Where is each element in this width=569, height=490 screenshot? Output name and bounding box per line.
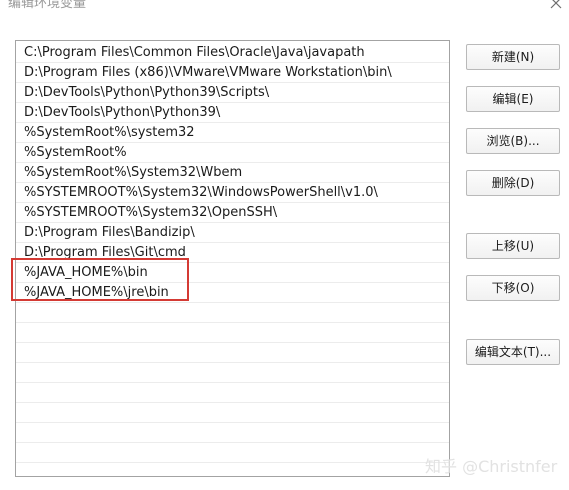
empty-list-row[interactable] [16, 383, 449, 403]
empty-list-row[interactable] [16, 343, 449, 363]
move-down-button[interactable]: 下移(O) [466, 275, 560, 301]
empty-list-row[interactable] [16, 303, 449, 323]
empty-list-row[interactable] [16, 463, 449, 476]
empty-list-row[interactable] [16, 423, 449, 443]
empty-list-row[interactable] [16, 363, 449, 383]
browse-button[interactable]: 浏览(B)... [466, 128, 560, 154]
list-item[interactable]: D:\DevTools\Python\Python39\Scripts\ [16, 83, 449, 103]
list-item[interactable]: D:\Program Files\Git\cmd [16, 243, 449, 263]
list-item[interactable]: %SystemRoot%\System32\Wbem [16, 163, 449, 183]
dialog-title: 编辑环境变量 [8, 0, 87, 11]
list-item[interactable]: %JAVA_HOME%\jre\bin [16, 283, 449, 303]
new-button[interactable]: 新建(N) [466, 44, 560, 70]
empty-list-row[interactable] [16, 403, 449, 423]
list-item[interactable]: C:\Program Files\Common Files\Oracle\Jav… [16, 43, 449, 63]
list-item[interactable]: %SystemRoot%\system32 [16, 123, 449, 143]
empty-list-row[interactable] [16, 443, 449, 463]
list-item[interactable]: D:\Program Files\Bandizip\ [16, 223, 449, 243]
edit-button[interactable]: 编辑(E) [466, 86, 560, 112]
path-list[interactable]: C:\Program Files\Common Files\Oracle\Jav… [15, 40, 450, 477]
list-item[interactable]: D:\DevTools\Python\Python39\ [16, 103, 449, 123]
delete-button[interactable]: 删除(D) [466, 170, 560, 196]
list-item[interactable]: %JAVA_HOME%\bin [16, 263, 449, 283]
close-icon[interactable] [549, 0, 563, 10]
list-item[interactable]: D:\Program Files (x86)\VMware\VMware Wor… [16, 63, 449, 83]
edit-text-button[interactable]: 编辑文本(T)... [466, 339, 560, 365]
empty-list-row[interactable] [16, 323, 449, 343]
list-item[interactable]: %SystemRoot% [16, 143, 449, 163]
list-item[interactable]: %SYSTEMROOT%\System32\WindowsPowerShell\… [16, 183, 449, 203]
list-item[interactable]: %SYSTEMROOT%\System32\OpenSSH\ [16, 203, 449, 223]
move-up-button[interactable]: 上移(U) [466, 233, 560, 259]
